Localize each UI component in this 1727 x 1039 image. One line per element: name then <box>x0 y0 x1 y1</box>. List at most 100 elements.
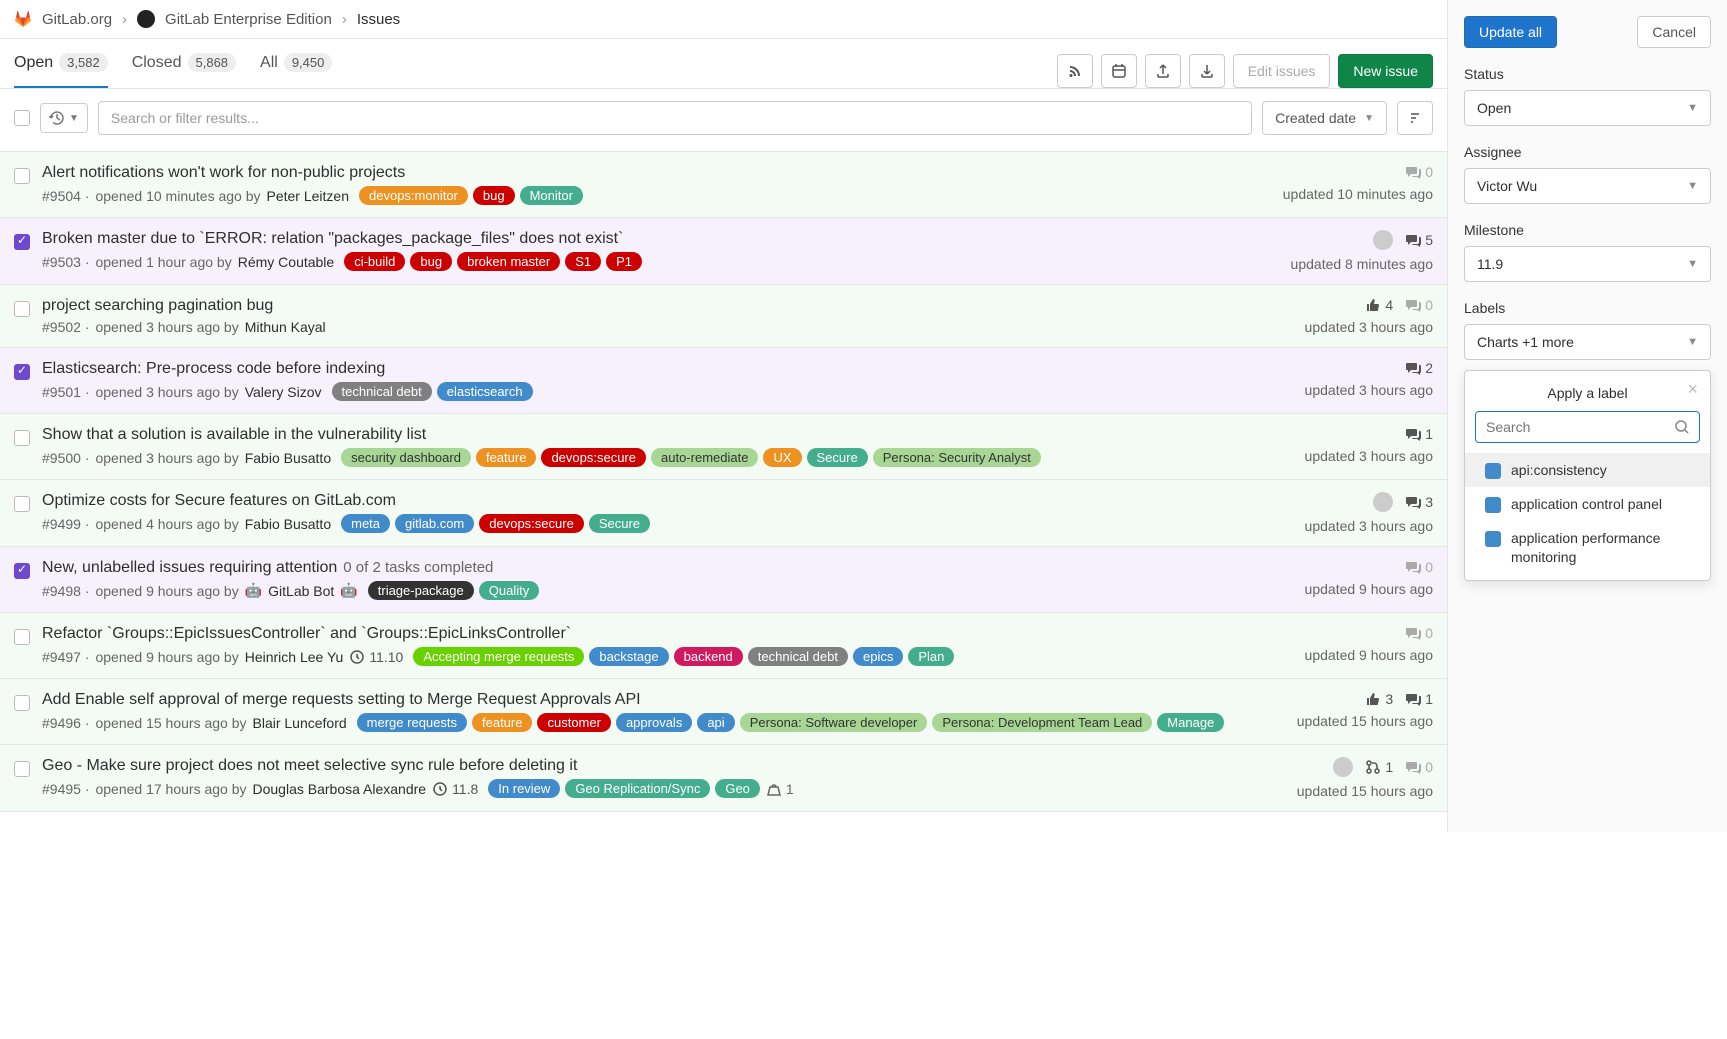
label-chip[interactable]: Accepting merge requests <box>413 647 584 666</box>
breadcrumb-org[interactable]: GitLab.org <box>42 11 112 28</box>
comments-count[interactable]: 0 <box>1405 625 1433 641</box>
label-chip[interactable]: UX <box>763 448 801 467</box>
breadcrumb-project[interactable]: GitLab Enterprise Edition <box>165 11 332 28</box>
label-chip[interactable]: P1 <box>606 252 642 271</box>
assignee-select[interactable]: Victor Wu ▼ <box>1464 168 1711 204</box>
issue-title[interactable]: Elasticsearch: Pre-process code before i… <box>42 360 1293 378</box>
label-chip[interactable]: api <box>697 713 734 732</box>
tab-all[interactable]: All 9,450 <box>260 53 332 88</box>
comments-count[interactable]: 1 <box>1405 426 1433 442</box>
comments-count[interactable]: 2 <box>1405 360 1433 376</box>
issue-checkbox[interactable] <box>14 234 30 250</box>
status-select[interactable]: Open ▼ <box>1464 90 1711 126</box>
label-chip[interactable]: security dashboard <box>341 448 471 467</box>
label-option[interactable]: api:consistency <box>1465 453 1710 487</box>
label-chip[interactable]: epics <box>853 647 903 666</box>
rss-button[interactable] <box>1057 54 1093 88</box>
issue-author[interactable]: Rémy Coutable <box>238 254 335 270</box>
label-chip[interactable]: Monitor <box>520 186 583 205</box>
recent-searches-button[interactable]: ▼ <box>40 103 88 133</box>
label-chip[interactable]: Geo Replication/Sync <box>565 779 710 798</box>
label-chip[interactable]: customer <box>537 713 610 732</box>
label-search-input[interactable] <box>1475 411 1700 443</box>
issue-milestone[interactable]: 11.8 <box>432 781 478 797</box>
comments-count[interactable]: 0 <box>1405 759 1433 775</box>
issue-title[interactable]: Geo - Make sure project does not meet se… <box>42 757 1285 775</box>
edit-issues-button[interactable]: Edit issues <box>1233 54 1331 88</box>
label-chip[interactable]: devops:secure <box>541 448 646 467</box>
assignee-avatar[interactable] <box>1373 492 1393 512</box>
comments-count[interactable]: 0 <box>1405 297 1433 313</box>
sort-direction-button[interactable] <box>1397 101 1433 135</box>
issue-checkbox[interactable] <box>14 496 30 512</box>
issue-checkbox[interactable] <box>14 168 30 184</box>
issue-author[interactable]: GitLab Bot <box>268 583 334 599</box>
issue-title[interactable]: Broken master due to `ERROR: relation "p… <box>42 230 1279 248</box>
issue-milestone[interactable]: 11.10 <box>349 649 403 665</box>
issue-author[interactable]: Heinrich Lee Yu <box>245 649 344 665</box>
label-chip[interactable]: elasticsearch <box>437 382 533 401</box>
label-chip[interactable]: technical debt <box>332 382 432 401</box>
search-input[interactable] <box>98 101 1252 135</box>
calendar-button[interactable] <box>1101 54 1137 88</box>
label-chip[interactable]: approvals <box>616 713 692 732</box>
label-option[interactable]: application performance monitoring <box>1465 521 1710 573</box>
issue-checkbox[interactable] <box>14 301 30 317</box>
label-chip[interactable]: bug <box>410 252 452 271</box>
issue-title[interactable]: project searching pagination bug <box>42 297 1293 315</box>
comments-count[interactable]: 0 <box>1405 164 1433 180</box>
label-chip[interactable]: Geo <box>715 779 760 798</box>
assignee-avatar[interactable] <box>1373 230 1393 250</box>
label-chip[interactable]: Quality <box>479 581 539 600</box>
label-chip[interactable]: Secure <box>589 514 650 533</box>
issue-title[interactable]: New, unlabelled issues requiring attenti… <box>42 559 1293 577</box>
label-chip[interactable]: feature <box>476 448 536 467</box>
issue-author[interactable]: Fabio Busatto <box>245 516 331 532</box>
label-chip[interactable]: Manage <box>1157 713 1224 732</box>
label-option[interactable]: application control panel <box>1465 487 1710 521</box>
issue-author[interactable]: Mithun Kayal <box>245 319 326 335</box>
issue-author[interactable]: Peter Leitzen <box>267 188 350 204</box>
label-chip[interactable]: devops:monitor <box>359 186 468 205</box>
label-chip[interactable]: In review <box>488 779 560 798</box>
issue-title[interactable]: Add Enable self approval of merge reques… <box>42 691 1285 709</box>
comments-count[interactable]: 1 <box>1405 691 1433 707</box>
issue-author[interactable]: Douglas Barbosa Alexandre <box>253 781 427 797</box>
cancel-button[interactable]: Cancel <box>1637 16 1711 48</box>
update-all-button[interactable]: Update all <box>1464 16 1557 48</box>
label-chip[interactable]: triage-package <box>368 581 474 600</box>
comments-count[interactable]: 5 <box>1405 232 1433 248</box>
comments-count[interactable]: 0 <box>1405 559 1433 575</box>
merge-requests-count[interactable]: 1 <box>1365 759 1393 775</box>
new-issue-button[interactable]: New issue <box>1338 54 1433 88</box>
close-icon[interactable]: × <box>1687 379 1698 400</box>
sort-dropdown[interactable]: Created date ▼ <box>1262 101 1387 135</box>
export-button[interactable] <box>1145 54 1181 88</box>
label-chip[interactable]: bug <box>473 186 515 205</box>
upvotes-count[interactable]: 3 <box>1365 691 1393 707</box>
label-chip[interactable]: Secure <box>807 448 868 467</box>
labels-select[interactable]: Charts +1 more ▼ <box>1464 324 1711 360</box>
issue-checkbox[interactable] <box>14 563 30 579</box>
comments-count[interactable]: 3 <box>1405 494 1433 510</box>
import-button[interactable] <box>1189 54 1225 88</box>
label-chip[interactable]: feature <box>472 713 532 732</box>
label-chip[interactable]: broken master <box>457 252 560 271</box>
label-chip[interactable]: gitlab.com <box>395 514 474 533</box>
issue-checkbox[interactable] <box>14 629 30 645</box>
label-chip[interactable]: backend <box>674 647 743 666</box>
select-all-checkbox[interactable] <box>14 110 30 126</box>
label-chip[interactable]: ci-build <box>344 252 405 271</box>
issue-title[interactable]: Refactor `Groups::EpicIssuesController` … <box>42 625 1293 643</box>
issue-title[interactable]: Alert notifications won't work for non-p… <box>42 164 1271 182</box>
issue-author[interactable]: Valery Sizov <box>245 384 322 400</box>
issue-checkbox[interactable] <box>14 761 30 777</box>
label-chip[interactable]: devops:secure <box>479 514 584 533</box>
label-chip[interactable]: Persona: Security Analyst <box>873 448 1041 467</box>
assignee-avatar[interactable] <box>1333 757 1353 777</box>
issue-checkbox[interactable] <box>14 695 30 711</box>
label-chip[interactable]: Persona: Development Team Lead <box>932 713 1152 732</box>
label-chip[interactable]: S1 <box>565 252 601 271</box>
milestone-select[interactable]: 11.9 ▼ <box>1464 246 1711 282</box>
issue-checkbox[interactable] <box>14 364 30 380</box>
